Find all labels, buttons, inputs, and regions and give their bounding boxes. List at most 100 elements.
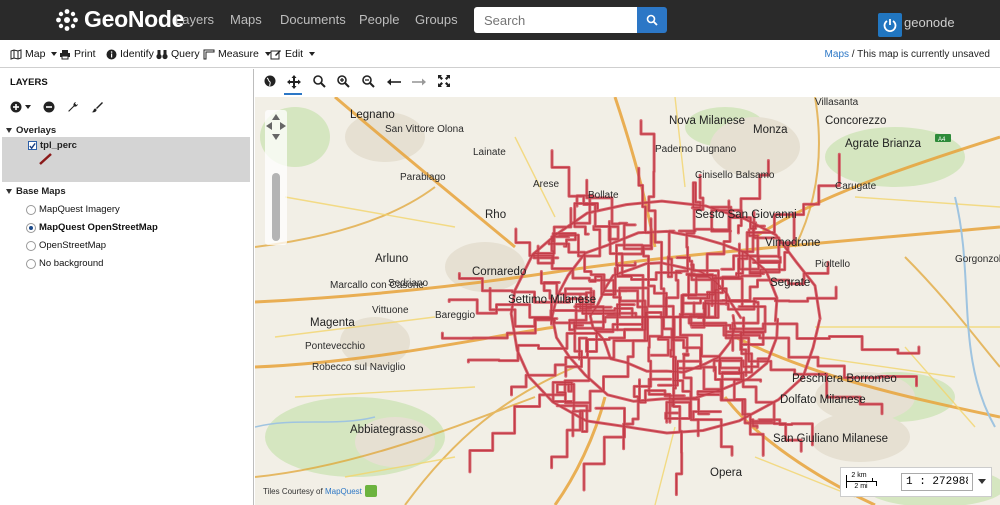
zoom-box-icon[interactable] bbox=[313, 75, 326, 88]
nav-groups[interactable]: Groups bbox=[415, 12, 458, 27]
edit-menu-button[interactable]: Edit bbox=[270, 48, 316, 60]
place-label: Villasanta bbox=[815, 97, 859, 108]
breadcrumb-maps-link[interactable]: Maps bbox=[825, 49, 849, 60]
active-tool-indicator bbox=[284, 93, 302, 95]
base-map-label: MapQuest Imagery bbox=[39, 204, 120, 215]
layer-tools bbox=[10, 101, 103, 113]
place-label: Bollate bbox=[588, 190, 619, 201]
map-tools-bar bbox=[255, 69, 1000, 97]
breadcrumb: Maps / This map is currently unsaved bbox=[825, 49, 990, 60]
base-map-radio[interactable] bbox=[26, 240, 36, 251]
place-label: Arluno bbox=[375, 253, 409, 265]
edit-label: Edit bbox=[285, 48, 304, 60]
search-input[interactable] bbox=[474, 7, 637, 33]
base-map-no-background[interactable]: No background bbox=[26, 258, 103, 269]
nav-documents[interactable]: Documents bbox=[280, 12, 346, 27]
measure-label: Measure bbox=[218, 48, 259, 60]
layer-style-button[interactable] bbox=[91, 101, 103, 113]
globe-icon[interactable] bbox=[264, 75, 276, 87]
pan-up-icon[interactable] bbox=[272, 114, 280, 120]
previous-extent-icon[interactable] bbox=[387, 77, 401, 87]
credit-prefix: Tiles Courtesy of bbox=[263, 486, 323, 496]
place-label: Magenta bbox=[310, 317, 355, 329]
layers-panel-title: LAYERS bbox=[10, 77, 48, 88]
query-label: Query bbox=[171, 48, 200, 60]
zoom-out-icon[interactable] bbox=[362, 75, 375, 88]
scale-km-label: 2 km bbox=[851, 472, 867, 479]
place-label: Bareggio bbox=[435, 310, 476, 321]
identify-label: Identify bbox=[120, 48, 154, 60]
top-navbar: GeoNode Layers Maps Documents People Gro… bbox=[0, 0, 1000, 40]
add-layer-button[interactable] bbox=[10, 101, 31, 113]
zoom-slider[interactable] bbox=[265, 110, 287, 245]
edit-icon bbox=[270, 49, 281, 59]
base-map-openstreetmap[interactable]: OpenStreetMap bbox=[26, 240, 106, 251]
nav-maps[interactable]: Maps bbox=[230, 12, 262, 27]
layer-item-tpl-perc[interactable]: tpl_perc bbox=[28, 140, 77, 151]
user-avatar[interactable] bbox=[878, 13, 902, 37]
layer-visibility-checkbox[interactable] bbox=[28, 141, 37, 150]
base-map-radio[interactable] bbox=[26, 204, 36, 215]
scale-control: 2 km 2 mi bbox=[840, 467, 992, 497]
measure-menu-button[interactable]: Measure bbox=[203, 48, 271, 60]
place-label: Pioltello bbox=[815, 259, 851, 270]
map-menu-button[interactable]: Map bbox=[10, 48, 58, 60]
search-button[interactable] bbox=[637, 7, 667, 33]
brand-name: GeoNode bbox=[84, 6, 185, 32]
full-extent-icon[interactable] bbox=[438, 75, 450, 87]
printer-icon bbox=[60, 49, 70, 59]
base-maps-group[interactable]: Base Maps bbox=[6, 186, 66, 197]
place-label: Abbiategrasso bbox=[350, 424, 424, 436]
credit-brand[interactable]: MapQuest bbox=[325, 487, 362, 496]
base-map-radio[interactable] bbox=[26, 222, 36, 233]
remove-layer-button[interactable] bbox=[43, 101, 55, 113]
place-label: San Vittore Olona bbox=[385, 124, 464, 135]
place-label: Arese bbox=[533, 179, 560, 190]
overlays-label: Overlays bbox=[16, 125, 57, 136]
layers-panel: LAYERS Overlays tpl_perc Base Maps MapQu… bbox=[0, 69, 254, 505]
pan-icon[interactable] bbox=[287, 75, 301, 89]
place-label: Concorezzo bbox=[825, 115, 887, 127]
place-label: Cinisello Balsamo bbox=[695, 170, 775, 181]
brand[interactable]: GeoNode bbox=[55, 6, 184, 33]
zoom-in-icon[interactable] bbox=[337, 75, 350, 88]
identify-button[interactable]: Identify bbox=[106, 48, 154, 60]
layer-name: tpl_perc bbox=[40, 140, 77, 151]
place-label: Agrate Brianza bbox=[845, 138, 922, 150]
scale-input[interactable] bbox=[901, 473, 973, 491]
print-button[interactable]: Print bbox=[59, 48, 96, 60]
next-extent-icon[interactable] bbox=[412, 77, 426, 87]
place-label: Sesto San Giovanni bbox=[695, 209, 797, 221]
scale-dropdown-icon[interactable] bbox=[978, 479, 986, 484]
query-button[interactable]: Query bbox=[156, 48, 200, 60]
pan-down-icon[interactable] bbox=[272, 134, 280, 140]
place-label: Peschiera Borromeo bbox=[792, 373, 897, 385]
measure-icon bbox=[203, 49, 215, 59]
place-label: Pontevecchio bbox=[305, 341, 366, 352]
map-viewport[interactable]: A4 Legnano San Vittore Olona Lainate Are… bbox=[255, 97, 1000, 505]
place-label: San Giuliano Milanese bbox=[773, 433, 889, 445]
pan-right-icon[interactable] bbox=[280, 122, 286, 130]
overlays-group[interactable]: Overlays bbox=[6, 125, 56, 136]
collapse-arrow-icon bbox=[6, 189, 12, 194]
base-map-radio[interactable] bbox=[26, 258, 36, 269]
place-label: Vimodrone bbox=[765, 237, 821, 249]
place-label: Parabiago bbox=[400, 172, 446, 183]
tile-credit: Tiles Courtesy of MapQuest bbox=[263, 485, 377, 497]
place-label: Settimo Milanese bbox=[508, 294, 597, 306]
base-map-mapquest-osm[interactable]: MapQuest OpenStreetMap bbox=[26, 222, 158, 233]
wrench-icon bbox=[68, 102, 78, 112]
map-toolbar: Map Print Identify Query Measure Edit Ma… bbox=[0, 41, 1000, 68]
user-name[interactable]: geonode bbox=[904, 15, 955, 30]
pan-left-icon[interactable] bbox=[266, 122, 272, 130]
zoom-slider-handle[interactable] bbox=[272, 173, 280, 241]
binoculars-icon bbox=[156, 49, 168, 59]
map-menu-label: Map bbox=[25, 48, 46, 60]
nav-people[interactable]: People bbox=[359, 12, 399, 27]
mapquest-logo-icon bbox=[364, 485, 377, 497]
scale-mi-label: 2 mi bbox=[854, 483, 868, 490]
nav-layers[interactable]: Layers bbox=[175, 12, 214, 27]
layer-properties-button[interactable] bbox=[67, 101, 79, 113]
base-map-mapquest-imagery[interactable]: MapQuest Imagery bbox=[26, 204, 120, 215]
scale-bar: 2 km 2 mi bbox=[844, 472, 896, 494]
